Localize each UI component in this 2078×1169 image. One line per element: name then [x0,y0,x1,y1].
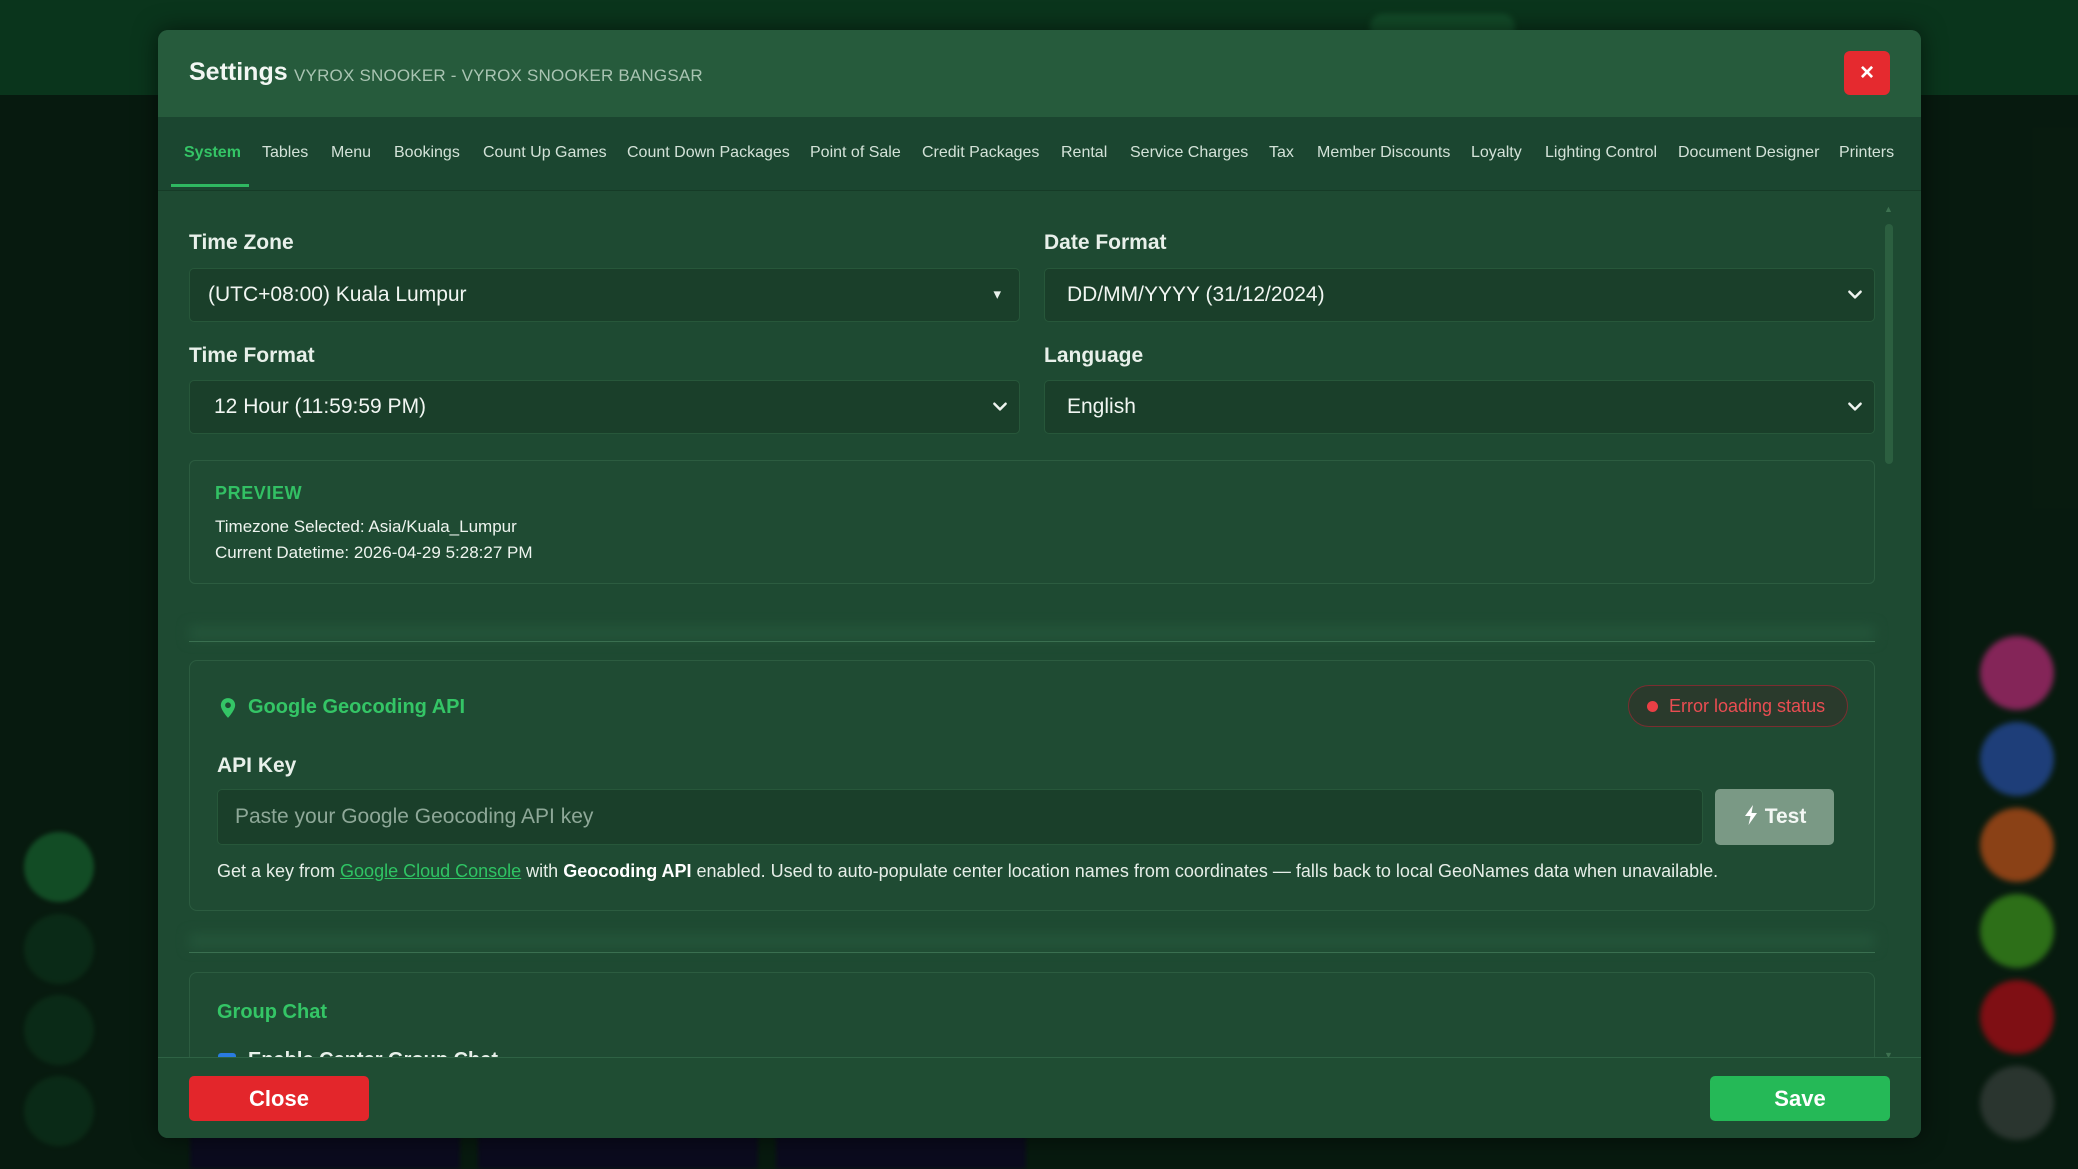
chevron-down-icon [1848,402,1862,411]
test-label: Test [1764,805,1807,828]
tab-system[interactable]: System [184,117,241,188]
status-badge: Error loading status [1628,685,1848,727]
date-format-value: DD/MM/YYYY (31/12/2024) [1067,283,1325,306]
tab-tables[interactable]: Tables [262,117,308,188]
api-key-input[interactable] [217,789,1703,845]
tab-count-down-packages[interactable]: Count Down Packages [627,117,790,188]
section-divider [189,952,1875,953]
tab-credit-packages[interactable]: Credit Packages [922,117,1039,188]
tab-count-up-games[interactable]: Count Up Games [483,117,607,188]
time-zone-value: (UTC+08:00) Kuala Lumpur [208,283,467,306]
preview-panel: PREVIEW Timezone Selected: Asia/Kuala_Lu… [189,460,1875,584]
group-chat-title: Group Chat [217,1001,327,1023]
tab-point-of-sale[interactable]: Point of Sale [810,117,901,188]
tab-printers[interactable]: Printers [1839,117,1894,188]
tab-document-designer[interactable]: Document Designer [1678,117,1819,188]
scroll-up-icon[interactable]: ▲ [1884,204,1893,214]
chevron-down-icon [1848,290,1862,299]
modal-subtitle: VYROX SNOOKER - VYROX SNOOKER BANGSAR [294,66,703,85]
group-chat-card: Group Chat ✓ Enable Center Group Chat [189,972,1875,1068]
status-text: Error loading status [1669,696,1826,716]
tab-rental[interactable]: Rental [1061,117,1107,188]
language-select[interactable]: English [1044,380,1875,434]
lightning-icon [1744,805,1757,826]
date-format-label: Date Format [1044,231,1167,254]
date-format-select[interactable]: DD/MM/YYYY (31/12/2024) [1044,268,1875,322]
preview-datetime: Current Datetime: 2026-04-29 5:28:27 PM [215,543,533,562]
help-prefix: Get a key from [217,861,341,881]
help-bold: Geocoding API [563,861,692,881]
tab-tax[interactable]: Tax [1269,117,1294,188]
language-label: Language [1044,344,1144,367]
tab-bookings[interactable]: Bookings [394,117,460,188]
status-dot-icon [1647,701,1658,712]
settings-content: Time Zone (UTC+08:00) Kuala Lumpur ▾ Dat… [158,190,1921,1068]
divider-glow [189,626,1875,640]
scrollbar-thumb[interactable] [1885,224,1893,464]
geocoding-title: Google Geocoding API [248,696,466,718]
save-button[interactable]: Save [1710,1076,1890,1121]
close-button[interactable]: Close [189,1076,369,1121]
settings-modal: Settings VYROX SNOOKER - VYROX SNOOKER B… [158,30,1921,1138]
geocoding-card: Google Geocoding API Error loading statu… [189,660,1875,911]
preview-title: PREVIEW [215,483,303,503]
language-value: English [1067,395,1136,418]
section-divider [189,641,1875,642]
tab-service-charges[interactable]: Service Charges [1130,117,1248,188]
time-zone-select[interactable]: (UTC+08:00) Kuala Lumpur ▾ [189,268,1020,322]
active-tab-indicator [171,184,249,187]
modal-footer: Close Save [158,1057,1921,1138]
caret-down-icon: ▾ [993,286,1001,303]
tab-lighting-control[interactable]: Lighting Control [1545,117,1657,188]
map-pin-icon [220,698,236,718]
modal-title: Settings [189,58,288,86]
settings-tabs: System Tables Menu Bookings Count Up Gam… [158,117,1921,191]
tab-menu[interactable]: Menu [331,117,371,188]
help-middle: with [521,861,564,881]
modal-header: Settings VYROX SNOOKER - VYROX SNOOKER B… [158,30,1921,117]
time-format-value: 12 Hour (11:59:59 PM) [214,395,427,418]
tab-loyalty[interactable]: Loyalty [1471,117,1522,188]
time-zone-label: Time Zone [189,231,294,254]
api-key-label: API Key [217,754,297,777]
time-format-select[interactable]: 12 Hour (11:59:59 PM) [189,380,1020,434]
close-icon[interactable]: × [1844,51,1890,95]
help-suffix: enabled. Used to auto-populate center lo… [691,861,1719,881]
divider-glow [189,934,1875,948]
api-help-text: Get a key from Google Cloud Console with… [217,861,1718,882]
chevron-down-icon [993,402,1007,411]
preview-timezone: Timezone Selected: Asia/Kuala_Lumpur [215,517,517,536]
test-button[interactable]: Test [1715,789,1834,845]
google-cloud-console-link[interactable]: Google Cloud Console [340,861,521,881]
time-format-label: Time Format [189,344,315,367]
tab-member-discounts[interactable]: Member Discounts [1317,117,1450,188]
